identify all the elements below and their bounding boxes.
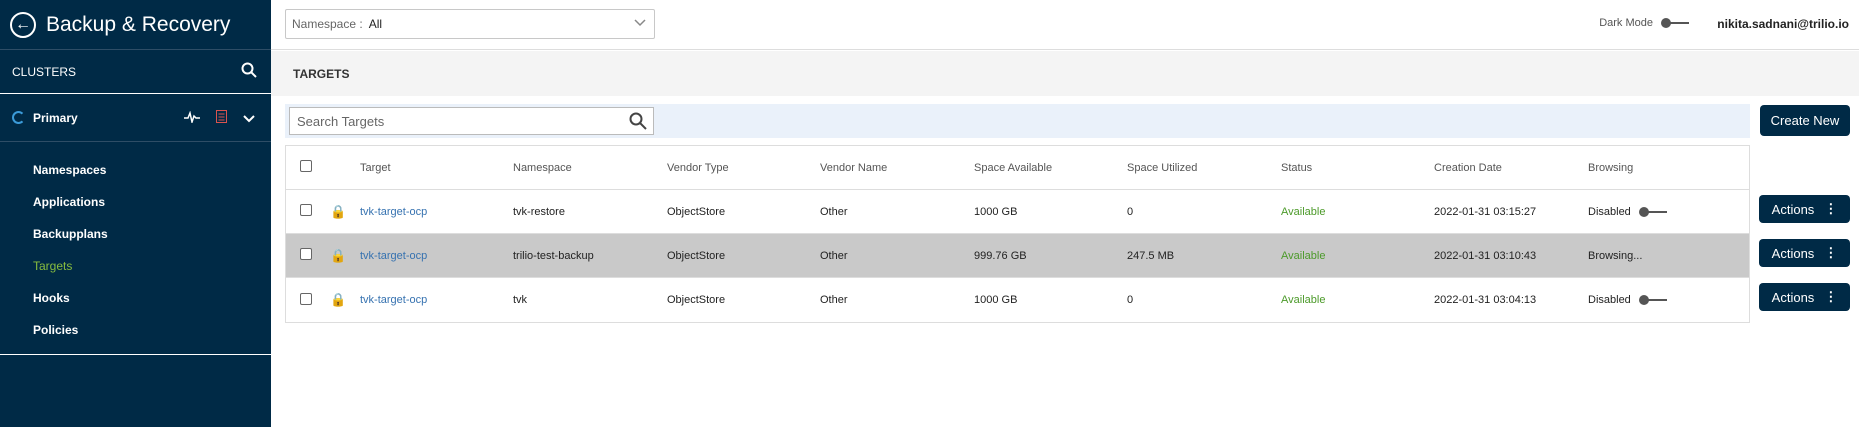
- dark-mode-toggle[interactable]: [1661, 17, 1689, 29]
- lock-icon: 🔒: [330, 247, 347, 263]
- row-actions-button[interactable]: Actions ⋮: [1759, 195, 1850, 223]
- target-link[interactable]: tvk-target-ocp: [360, 206, 513, 218]
- vendor-type-cell: ObjectStore: [667, 294, 726, 306]
- column-header[interactable]: Creation Date: [1434, 162, 1588, 174]
- chevron-down-icon: [634, 16, 646, 30]
- browsing-status: Browsing...: [1588, 249, 1643, 262]
- vendor-type-cell: ObjectStore: [667, 205, 726, 218]
- namespace-select[interactable]: Namespace : All: [285, 9, 655, 39]
- sidebar-item-backupplans[interactable]: Backupplans: [0, 218, 271, 250]
- table-row: 🔒 tvk-target-ocp tvk ObjectStore Other 1…: [286, 278, 1749, 322]
- clusters-label: CLUSTERS: [12, 64, 77, 79]
- select-all-checkbox[interactable]: [300, 160, 312, 172]
- pulse-icon[interactable]: [184, 109, 200, 126]
- column-header[interactable]: Space Available: [974, 162, 1127, 174]
- search-band: Search Targets: [285, 104, 1750, 138]
- sidebar-item-namespaces[interactable]: Namespaces: [0, 154, 271, 186]
- chevron-down-icon[interactable]: [243, 110, 255, 126]
- create-new-button[interactable]: Create New: [1760, 105, 1850, 136]
- target-link[interactable]: tvk-target-ocp: [360, 250, 513, 262]
- target-link[interactable]: tvk-target-ocp: [360, 294, 513, 306]
- namespace-select-label: Namespace :: [292, 17, 363, 31]
- table-row: 🔒 tvk-target-ocp tvk-restore ObjectStore…: [286, 190, 1749, 234]
- lock-icon: 🔒: [330, 292, 347, 307]
- actions-label: Actions: [1771, 201, 1815, 217]
- clusters-header: CLUSTERS: [0, 50, 271, 94]
- kebab-icon: ⋮: [1824, 289, 1838, 304]
- browsing-status: Disabled: [1588, 294, 1631, 306]
- kebab-icon: ⋮: [1824, 245, 1838, 260]
- sidebar-nav: Namespaces Applications Backupplans Targ…: [0, 142, 271, 355]
- vendor-name-cell: Other: [820, 249, 848, 262]
- document-icon[interactable]: [216, 109, 227, 126]
- browsing-status: Disabled: [1588, 205, 1631, 218]
- sidebar-item-applications[interactable]: Applications: [0, 186, 271, 218]
- app-title: Backup & Recovery: [46, 12, 231, 36]
- column-header[interactable]: Target: [360, 162, 513, 174]
- status-cell: Available: [1281, 205, 1326, 218]
- cluster-item-primary[interactable]: Primary: [0, 94, 271, 142]
- search-icon[interactable]: [629, 112, 647, 133]
- column-header[interactable]: Space Utilized: [1127, 162, 1281, 174]
- table-header-row: Target Namespace Vendor Type Vendor Name…: [286, 146, 1749, 190]
- row-actions-button[interactable]: Actions ⋮: [1759, 283, 1850, 311]
- space-utilized-cell: 0: [1127, 294, 1134, 306]
- brand-header: ← Backup & Recovery: [0, 0, 271, 50]
- status-cell: Available: [1281, 294, 1326, 306]
- vendor-name-cell: Other: [820, 294, 848, 306]
- actions-label: Actions: [1771, 245, 1815, 261]
- search-placeholder: Search Targets: [297, 113, 385, 129]
- creation-date-cell: 2022-01-31 03:04:13: [1434, 294, 1537, 306]
- back-arrow-icon[interactable]: ←: [10, 11, 36, 38]
- sidebar-item-hooks[interactable]: Hooks: [0, 282, 271, 314]
- sidebar-item-targets[interactable]: Targets: [0, 250, 271, 282]
- namespace-select-value: All: [368, 17, 383, 31]
- page-title: TARGETS: [271, 51, 1859, 96]
- kebab-icon: ⋮: [1824, 201, 1838, 216]
- cluster-name: Primary: [33, 110, 78, 125]
- sidebar: ← Backup & Recovery CLUSTERS Primary Nam…: [0, 0, 271, 427]
- column-header[interactable]: Vendor Type: [667, 162, 820, 174]
- namespace-cell: tvk: [513, 294, 528, 306]
- row-actions-button[interactable]: Actions ⋮: [1759, 239, 1850, 267]
- vendor-type-cell: ObjectStore: [667, 249, 726, 262]
- dark-mode-control: Dark Mode: [1599, 17, 1689, 29]
- targets-table: Target Namespace Vendor Type Vendor Name…: [285, 145, 1750, 323]
- row-checkbox[interactable]: [300, 204, 312, 216]
- column-header[interactable]: Vendor Name: [820, 162, 974, 174]
- space-available-cell: 999.76 GB: [974, 249, 1027, 262]
- row-checkbox[interactable]: [300, 292, 312, 305]
- status-cell: Available: [1281, 249, 1326, 262]
- column-header[interactable]: Status: [1281, 162, 1434, 174]
- column-header[interactable]: Namespace: [513, 162, 667, 174]
- search-icon[interactable]: [241, 62, 257, 81]
- space-available-cell: 1000 GB: [974, 205, 1018, 218]
- namespace-cell: tvk-restore: [513, 205, 565, 218]
- row-checkbox[interactable]: [300, 248, 312, 260]
- space-utilized-cell: 247.5 MB: [1127, 249, 1175, 262]
- creation-date-cell: 2022-01-31 03:10:43: [1434, 249, 1537, 262]
- sidebar-item-policies[interactable]: Policies: [0, 314, 271, 346]
- search-input[interactable]: Search Targets: [289, 107, 654, 135]
- vendor-name-cell: Other: [820, 205, 848, 218]
- lock-icon: 🔒: [330, 203, 347, 219]
- topbar: Namespace : All Dark Mode nikita.sadnani…: [271, 0, 1859, 50]
- column-header[interactable]: Browsing: [1588, 162, 1738, 174]
- dark-mode-label: Dark Mode: [1599, 17, 1653, 29]
- actions-label: Actions: [1771, 289, 1815, 305]
- creation-date-cell: 2022-01-31 03:15:27: [1434, 205, 1537, 218]
- table-row: 🔒 tvk-target-ocp trilio-test-backup Obje…: [286, 234, 1749, 278]
- cluster-status-icon: [12, 111, 25, 124]
- namespace-cell: trilio-test-backup: [513, 249, 594, 262]
- space-available-cell: 1000 GB: [974, 294, 1018, 306]
- browsing-toggle[interactable]: [1638, 294, 1667, 306]
- space-utilized-cell: 0: [1127, 205, 1134, 218]
- browsing-toggle[interactable]: [1638, 206, 1667, 218]
- user-account[interactable]: nikita.sadnani@trilio.io: [1717, 17, 1849, 31]
